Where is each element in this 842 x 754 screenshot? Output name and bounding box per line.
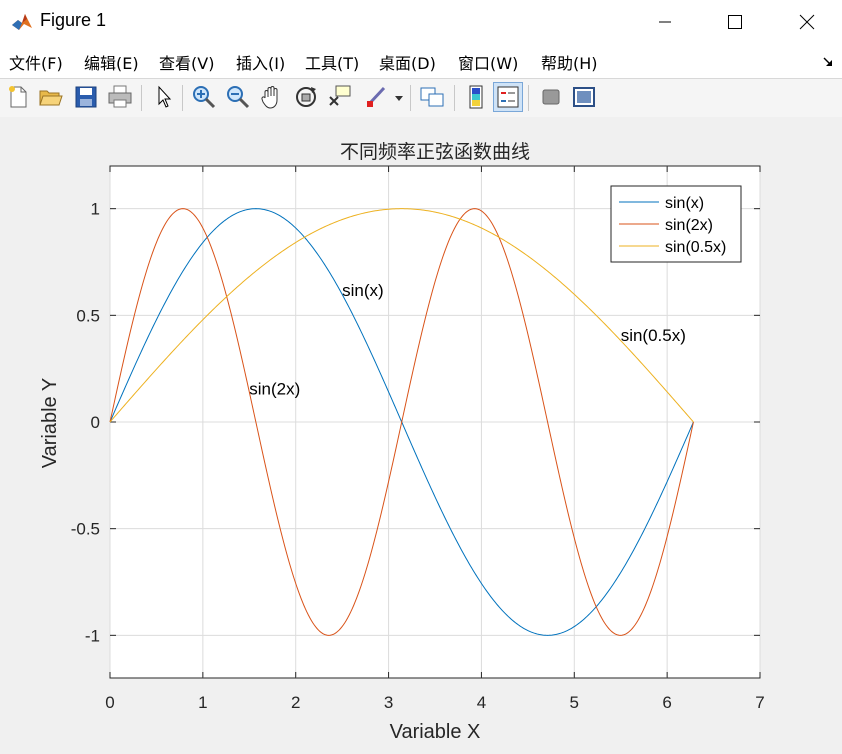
y-tick-label: -1 [85,626,100,645]
zoom-in-icon[interactable] [190,83,218,111]
toolbar-separator [182,85,183,111]
link-plot-icon[interactable] [418,83,446,111]
menu-file[interactable]: 文件(F) [9,50,63,74]
dock-arrow-icon[interactable] [822,56,834,68]
x-tick-label: 3 [384,693,393,712]
data-cursor-icon[interactable] [326,83,354,111]
maximize-icon [728,15,742,29]
y-axis-label: Variable Y [39,378,61,468]
window-title: Figure 1 [40,10,107,30]
legend-icon[interactable] [493,82,523,112]
show-plot-tools-icon[interactable] [570,83,598,111]
hide-plot-tools-icon[interactable] [537,83,565,111]
legend-entry-label: sin(0.5x) [665,239,726,256]
menu-view[interactable]: 查看(V) [159,50,214,74]
menu-tools[interactable]: 工具(T) [305,50,359,74]
toolbar-separator [410,85,411,111]
x-tick-label: 0 [105,693,114,712]
open-file-icon[interactable] [37,83,65,111]
brush-dropdown-icon[interactable] [392,83,406,111]
colorbar-icon[interactable] [462,83,490,111]
matlab-logo-icon [11,11,33,33]
menu-insert[interactable]: 插入(I) [236,50,285,74]
y-tick-label: 0.5 [76,306,100,325]
brush-icon[interactable] [362,83,390,111]
x-tick-label: 4 [477,693,486,712]
annotation-label: sin(x) [342,281,384,300]
toolbar-separator [454,85,455,111]
x-tick-label: 6 [662,693,671,712]
legend-entry-label: sin(x) [665,195,704,212]
rotate-3d-icon[interactable] [292,83,320,111]
title-bar: Figure 1 [0,0,842,44]
y-tick-label: 1 [91,200,100,219]
legend[interactable]: sin(x) sin(2x) sin(0.5x) [610,185,742,263]
x-tick-label: 5 [570,693,579,712]
save-icon[interactable] [72,83,100,111]
toolbar-separator [141,85,142,111]
x-axis-label: Variable X [390,721,481,743]
x-tick-label: 7 [755,693,764,712]
y-tick-label: -0.5 [71,520,100,539]
print-icon[interactable] [106,83,134,111]
annotation-label: sin(0.5x) [621,326,686,345]
pointer-icon[interactable] [150,83,178,111]
line-chart: 0 1 2 3 4 5 6 7 -1 -0.5 0 0.5 1 sin(x) sin(2x) sin(0.5… [39,141,765,743]
zoom-out-icon[interactable] [224,83,252,111]
x-tick-label: 1 [198,693,207,712]
minimize-icon [659,21,671,23]
menu-bar: 文件(F) 编辑(E) 查看(V) 插入(I) 工具(T) 桌面(D) 窗口(W… [0,44,842,78]
pan-icon[interactable] [258,83,286,111]
x-tick-label: 2 [291,693,300,712]
toolbar-separator [528,85,529,111]
y-tick-label: 0 [91,413,100,432]
menu-window[interactable]: 窗口(W) [458,50,518,74]
menu-desktop[interactable]: 桌面(D) [379,50,436,74]
menu-edit[interactable]: 编辑(E) [84,50,139,74]
toolbar [0,78,842,118]
minimize-button[interactable] [642,0,688,44]
figure-canvas: 0 1 2 3 4 5 6 7 -1 -0.5 0 0.5 1 sin(x) sin(2x) sin(0.5… [0,117,842,750]
maximize-button[interactable] [712,0,758,44]
close-icon [799,14,815,30]
legend-entry-label: sin(2x) [665,217,713,234]
new-figure-icon[interactable] [4,83,32,111]
menu-help[interactable]: 帮助(H) [541,50,598,74]
close-button[interactable] [784,0,830,44]
chart-title: 不同频率正弦函数曲线 [340,141,530,163]
annotation-label: sin(2x) [249,379,300,398]
